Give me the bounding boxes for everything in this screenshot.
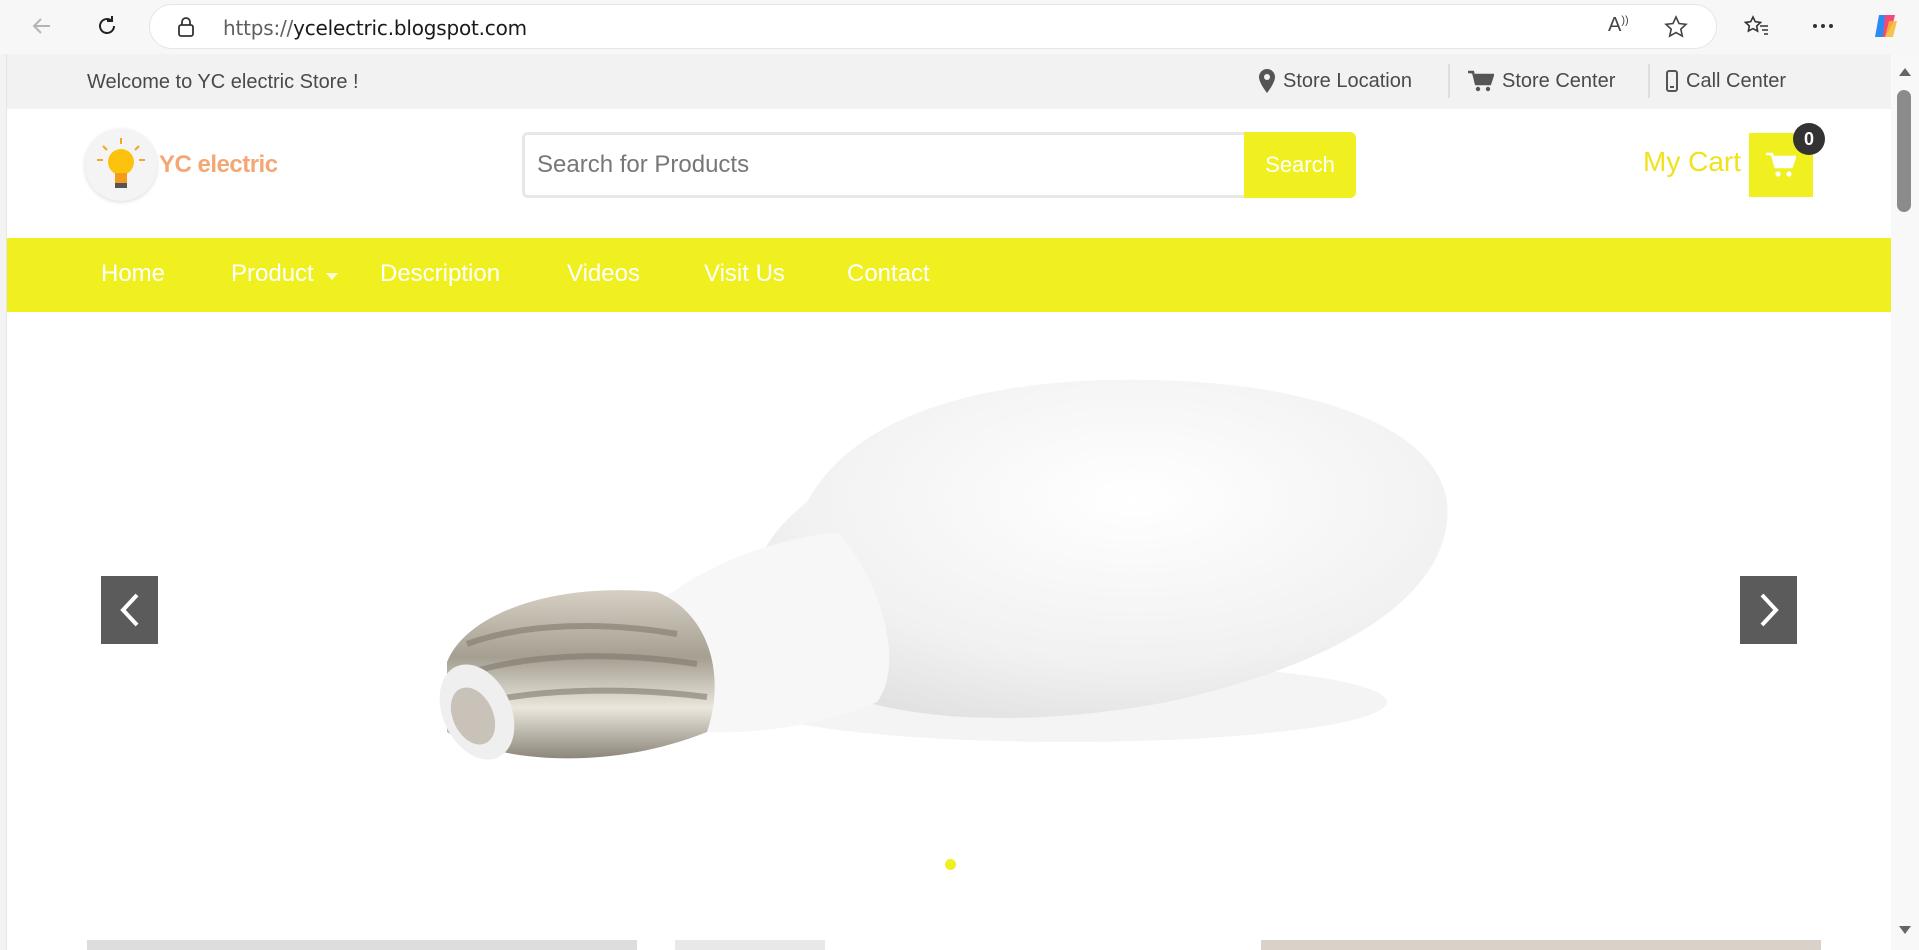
more-options-icon[interactable]: [1806, 9, 1840, 43]
lightbulb-logo-icon: [85, 129, 157, 201]
divider: [1448, 64, 1450, 98]
store-location-link[interactable]: Store Location: [1259, 66, 1412, 96]
refresh-button[interactable]: [89, 8, 125, 44]
my-cart-link[interactable]: My Cart: [1643, 146, 1741, 178]
chevron-left-icon: [119, 593, 138, 627]
shopping-cart-icon: [1766, 152, 1796, 177]
logo-text: YC electric: [159, 151, 278, 178]
favorite-star-icon[interactable]: [1664, 15, 1688, 39]
nav-videos[interactable]: Videos: [567, 260, 640, 288]
slider-next-button[interactable]: [1740, 576, 1797, 644]
nav-description[interactable]: Description: [380, 260, 500, 288]
cart-count-badge: 0: [1793, 123, 1825, 155]
read-aloud-icon[interactable]: A)): [1608, 14, 1629, 37]
map-pin-icon: [1259, 69, 1275, 93]
hero-slider: [7, 312, 1891, 950]
copilot-icon[interactable]: [1869, 9, 1903, 43]
page-viewport: Welcome to YC electric Store ! Store Loc…: [6, 54, 1891, 950]
refresh-icon: [99, 16, 115, 34]
slider-dot-active[interactable]: [945, 859, 956, 870]
welcome-text: Welcome to YC electric Store !: [87, 71, 359, 93]
store-location-label: Store Location: [1283, 69, 1412, 92]
scroll-up-icon[interactable]: [1899, 68, 1911, 76]
cart-icon: [1468, 70, 1494, 92]
url-text: https://ycelectric.blogspot.com: [223, 16, 527, 40]
nav-home[interactable]: Home: [101, 260, 165, 288]
product-thumbnail-edge: [675, 940, 825, 950]
store-center-label: Store Center: [1502, 69, 1616, 92]
nav-contact[interactable]: Contact: [847, 260, 930, 288]
search-button[interactable]: Search: [1244, 132, 1356, 198]
nav-visit-us[interactable]: Visit Us: [704, 260, 785, 288]
page-scrollbar[interactable]: [1891, 54, 1919, 950]
call-center-label: Call Center: [1686, 69, 1787, 92]
scroll-down-icon[interactable]: [1899, 926, 1911, 934]
slider-prev-button[interactable]: [101, 576, 158, 644]
search-input[interactable]: [537, 145, 1237, 185]
scrollbar-thumb[interactable]: [1897, 90, 1911, 212]
search-box: Search: [522, 132, 1356, 198]
site-logo[interactable]: YC electric: [85, 129, 285, 201]
chevron-down-icon: [325, 272, 338, 280]
divider: [1648, 64, 1650, 98]
chevron-right-icon: [1760, 593, 1779, 627]
nav-product-label: Product: [231, 260, 314, 287]
mobile-phone-icon: [1666, 70, 1678, 92]
main-nav: Home Product Description Videos Visit Us…: [7, 238, 1891, 312]
back-arrow-icon: [32, 18, 50, 34]
browser-toolbar: https://ycelectric.blogspot.com A)): [0, 0, 1919, 54]
store-center-link[interactable]: Store Center: [1468, 66, 1615, 96]
product-thumbnail-edge: [87, 940, 637, 950]
address-bar[interactable]: https://ycelectric.blogspot.com A)): [150, 5, 1716, 48]
back-button[interactable]: [24, 8, 60, 44]
call-center-link[interactable]: Call Center: [1666, 66, 1786, 96]
led-bulb-slide-image: [439, 379, 1448, 760]
nav-product[interactable]: Product: [231, 260, 338, 288]
top-info-bar: Welcome to YC electric Store ! Store Loc…: [7, 54, 1891, 109]
favorites-icon[interactable]: [1740, 9, 1774, 43]
lock-icon: [178, 17, 194, 37]
product-thumbnail-edge: [1261, 940, 1821, 950]
